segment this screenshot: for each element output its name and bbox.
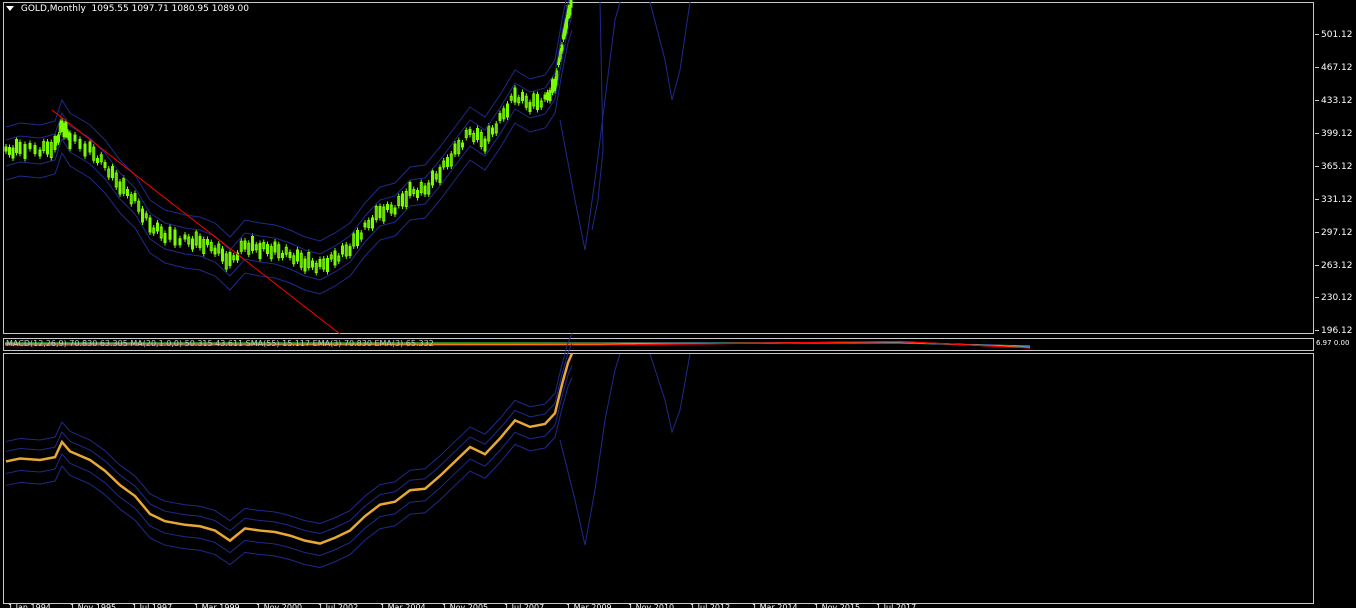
chart-title: GOLD,Monthly 1095.55 1097.71 1080.95 108… (6, 4, 249, 14)
tick-mark (1315, 67, 1319, 68)
time-label: 1 Jul 1997 (132, 604, 172, 608)
time-label: 1 Nov 1995 (70, 604, 116, 608)
macd-axis-value-1: 6.97 (1316, 339, 1332, 347)
price-tick-label: 365.12 (1321, 162, 1353, 172)
price-tick-label: 433.12 (1321, 96, 1353, 106)
upper-band (5, 0, 567, 242)
price-tick: 433.12 (1315, 96, 1356, 106)
price-tick-label: 467.12 (1321, 63, 1353, 73)
ohlc-values: 1095.55 1097.71 1080.95 1089.00 (91, 4, 249, 14)
extended-band (559, 353, 621, 546)
time-label: 1 Jan 1994 (8, 604, 51, 608)
price-tick-label: 230.12 (1321, 293, 1353, 303)
tick-mark (1315, 232, 1319, 233)
price-tick-label: 297.12 (1321, 228, 1353, 238)
tick-mark (1315, 265, 1319, 266)
price-tick-label: 331.12 (1321, 195, 1353, 205)
price-tick: 263.12 (1315, 261, 1356, 271)
extended-band (591, 1, 604, 231)
price-tick: 399.12 (1315, 129, 1356, 139)
upper-inner-band (5, 0, 570, 255)
time-label: 1 Nov 2010 (628, 604, 674, 608)
time-label: 1 Mar 2004 (380, 604, 426, 608)
trendline (51, 109, 341, 335)
time-label: 1 Mar 1999 (194, 604, 240, 608)
chart-canvas (4, 0, 1031, 569)
price-tick-label: 501.12 (1321, 30, 1353, 40)
time-label: 1 Jul 2017 (876, 604, 916, 608)
price-tick: 196.12 (1315, 326, 1356, 336)
tick-mark (1315, 133, 1319, 134)
upper-inner-band (5, 343, 573, 535)
time-label: 1 Jul 2002 (318, 604, 358, 608)
symbol-label: GOLD,Monthly (20, 4, 86, 14)
macd-axis-value-2: 0.00 (1333, 339, 1350, 347)
price-tick: 230.12 (1315, 293, 1356, 303)
time-label: 1 Nov 2015 (814, 604, 860, 608)
time-label: 1 Jul 2012 (690, 604, 730, 608)
macd-label: MACD(12,26,9) 70.830 63.305 MA(20,1.0,0)… (6, 339, 434, 348)
tick-mark (1315, 166, 1319, 167)
price-tick: 297.12 (1315, 228, 1356, 238)
time-label: 1 Nov 2000 (256, 604, 302, 608)
time-label: 1 Mar 2014 (752, 604, 798, 608)
time-label: 1 Mar 2009 (566, 604, 612, 608)
tick-mark (1315, 330, 1319, 331)
dropdown-triangle-icon[interactable] (6, 6, 14, 11)
tick-mark (1315, 297, 1319, 298)
upper-band (5, 333, 573, 525)
time-label: 1 Jul 2007 (504, 604, 544, 608)
time-axis[interactable]: 1 Jan 1994 1 Nov 1995 1 Jul 1997 1 Mar 1999… (3, 604, 1314, 608)
time-label: 1 Nov 2005 (442, 604, 488, 608)
price-tick: 331.12 (1315, 195, 1356, 205)
price-tick-label: 263.12 (1321, 261, 1353, 271)
extended-band (649, 1, 691, 101)
extended-band (649, 353, 691, 434)
tick-mark (1315, 34, 1319, 35)
price-tick: 501.12 (1315, 30, 1356, 40)
price-tick: 467.12 (1315, 63, 1356, 73)
price-tick-label: 399.12 (1321, 129, 1353, 139)
macd-axis: 6.97 0.00 (1316, 339, 1349, 347)
tick-mark (1315, 100, 1319, 101)
price-tick-label: 196.12 (1321, 326, 1353, 336)
tick-mark (1315, 199, 1319, 200)
price-tick: 365.12 (1315, 162, 1356, 172)
